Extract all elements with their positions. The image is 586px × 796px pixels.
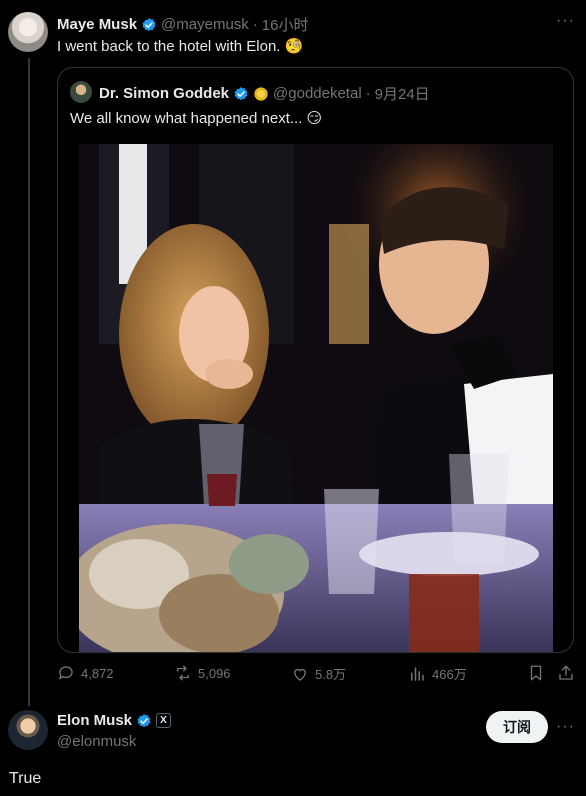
heart-icon [294, 668, 306, 681]
verified-badge-icon [234, 86, 248, 100]
x-affiliate-badge-icon[interactable]: X [156, 713, 172, 728]
share-button[interactable] [557, 664, 575, 682]
parent-tweet-header: Maye Musk @mayemusk · 16小时 [57, 14, 308, 35]
like-count: 5.8万 [315, 667, 347, 682]
quoted-tweet-card[interactable]: Dr. Simon Goddek @goddeketal · 9月24日 We … [57, 67, 574, 653]
reply-author-name[interactable]: Elon Musk [57, 712, 132, 729]
views-button[interactable]: 466万 [408, 664, 467, 683]
retweet-icon [177, 665, 189, 681]
reply-count: 4,872 [81, 665, 114, 681]
share-icon [559, 665, 573, 680]
avatar-elon-musk[interactable] [8, 710, 48, 750]
separator-dot: · [252, 16, 258, 33]
author-handle[interactable]: @mayemusk [161, 16, 249, 33]
bookmark-icon [530, 665, 542, 681]
quoted-tweet-date: 9月24日 [374, 86, 430, 103]
views-count: 466万 [432, 667, 467, 682]
like-button[interactable]: 5.8万 [291, 664, 346, 683]
subscribe-button[interactable]: 订阅 [486, 711, 548, 743]
monocle-emoji: 🧐 [284, 38, 304, 55]
retweet-count: 5,096 [198, 665, 231, 681]
reply-icon [58, 666, 73, 680]
quoted-tweet-header: Dr. Simon Goddek @goddeketal · 9月24日 [99, 83, 430, 104]
quoted-tweet-text: We all know what happened next... 😏 [70, 109, 322, 127]
thread-line [28, 58, 30, 706]
avatar-simon-goddek [70, 81, 92, 103]
tweet-time[interactable]: 16小时 [262, 14, 309, 35]
separator-dot: · [365, 85, 371, 102]
reply-header: Elon Musk X [57, 712, 172, 729]
more-options-icon[interactable]: ··· [556, 12, 575, 30]
quoted-tweet-body: We all know what happened next... [70, 110, 303, 127]
action-bar: 4,872 5,096 5.8万 466万 [57, 664, 577, 688]
avatar-maye-musk[interactable] [8, 12, 48, 52]
retweet-button[interactable]: 5,096 [174, 664, 231, 682]
parent-tweet-text: I went back to the hotel with Elon. 🧐 [57, 37, 303, 55]
reply-text: True [9, 770, 42, 787]
smirk-emoji: 😏 [306, 110, 323, 127]
quoted-author-handle: @goddeketal [273, 85, 362, 102]
reply-button[interactable]: 4,872 [57, 664, 114, 682]
more-options-icon[interactable]: ··· [556, 718, 575, 736]
reply-author-handle[interactable]: @elonmusk [57, 733, 136, 750]
quoted-tweet-photo[interactable] [79, 144, 553, 652]
quoted-author-name: Dr. Simon Goddek [99, 85, 230, 102]
parent-tweet-body: I went back to the hotel with Elon. [57, 38, 281, 55]
verified-badge-icon [142, 17, 156, 31]
author-name[interactable]: Maye Musk [57, 16, 137, 33]
gold-badge-icon [254, 86, 268, 101]
views-chart-icon [411, 666, 424, 681]
photo-illustration [79, 144, 553, 652]
bookmark-button[interactable] [527, 664, 545, 682]
verified-badge-icon [137, 713, 151, 727]
